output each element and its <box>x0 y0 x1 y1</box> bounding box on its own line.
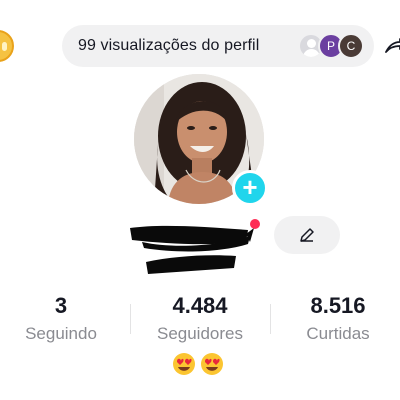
plus-icon[interactable]: + <box>232 170 268 206</box>
pencil-icon <box>300 228 314 242</box>
stat-divider <box>270 304 271 334</box>
stat-following[interactable]: 3 Seguindo <box>6 292 116 345</box>
profile-views-pill[interactable]: 99 visualizações do perfil P C <box>62 25 374 67</box>
likes-count: 8.516 <box>310 293 366 318</box>
followers-label: Seguidores <box>156 324 243 343</box>
notification-dot <box>250 219 260 229</box>
username-redaction <box>130 225 254 274</box>
coin-icon[interactable] <box>0 30 14 62</box>
heart-eyes-emoji <box>201 353 223 375</box>
edit-profile-button[interactable] <box>274 216 340 254</box>
profile-views-text: 99 visualizações do perfil <box>78 37 260 54</box>
bio <box>172 352 232 378</box>
followers-count: 4.484 <box>172 293 228 318</box>
stat-likes[interactable]: 8.516 Curtidas <box>283 292 393 345</box>
heart-eyes-emoji <box>173 353 195 375</box>
following-count: 3 <box>54 293 68 318</box>
default-user-icon <box>307 39 316 48</box>
following-label: Seguindo <box>25 324 97 343</box>
share-arrow-icon[interactable] <box>384 38 400 54</box>
stat-followers[interactable]: 4.484 Seguidores <box>145 292 255 345</box>
viewer-avatar-c: C <box>338 33 364 59</box>
stat-divider <box>130 304 131 334</box>
likes-label: Curtidas <box>306 324 370 343</box>
